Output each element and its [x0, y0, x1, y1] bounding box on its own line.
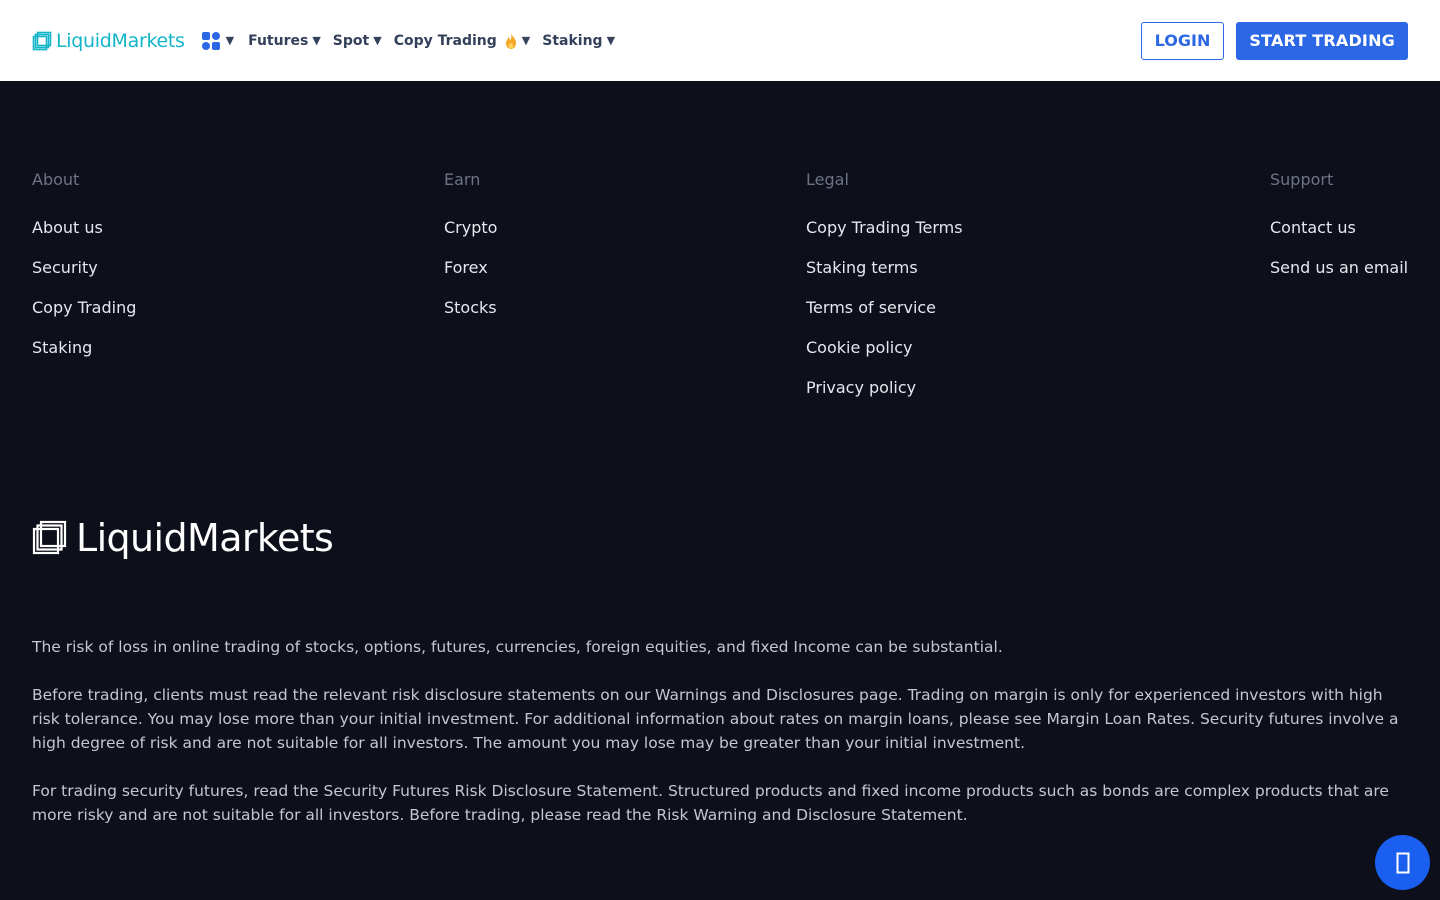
- footer-link-copy-trading-terms[interactable]: Copy Trading Terms: [806, 218, 963, 237]
- nav-item-label: Copy Trading: [393, 32, 497, 49]
- chevron-down-icon: ▼: [606, 34, 616, 47]
- nav-item-futures[interactable]: Futures ▼: [248, 33, 321, 49]
- list-item: Copy Trading Terms: [806, 218, 963, 258]
- nav-item-staking[interactable]: Staking ▼: [542, 33, 615, 49]
- list-item: Security: [32, 258, 136, 298]
- chevron-down-icon: ▼: [225, 34, 235, 47]
- disclaimer-paragraph: Before trading, clients must read the re…: [32, 686, 1399, 752]
- footer-link-copy-trading[interactable]: Copy Trading: [32, 298, 136, 317]
- chevron-down-icon: ▼: [312, 34, 321, 47]
- footer-link-send-email[interactable]: Send us an email: [1270, 258, 1408, 277]
- footer-link-forex[interactable]: Forex: [444, 258, 488, 277]
- footer-logo[interactable]: LiquidMarkets: [32, 516, 334, 560]
- disclaimer-paragraph: The risk of loss in online trading of st…: [32, 638, 1003, 656]
- nav-item-label: Spot: [332, 32, 370, 49]
- nav-item-copy-trading[interactable]: Copy Trading ▼: [393, 32, 531, 50]
- login-button[interactable]: LOGIN: [1140, 21, 1225, 60]
- footer-link-security[interactable]: Security: [32, 258, 98, 277]
- chevron-down-icon: ▼: [373, 34, 382, 47]
- stacked-squares-icon: [32, 31, 52, 50]
- column-links: Contact us Send us an email: [1270, 218, 1408, 298]
- disclaimer-paragraph: For trading security futures, read the S…: [32, 782, 1389, 824]
- footer-link-stocks[interactable]: Stocks: [444, 298, 497, 317]
- start-trading-button[interactable]: START TRADING: [1236, 21, 1408, 60]
- footer-link-staking-terms[interactable]: Staking terms: [806, 258, 918, 277]
- footer-logo-text: LiquidMarkets: [76, 516, 334, 560]
- list-item: Staking terms: [806, 258, 963, 298]
- footer-column-earn: Earn Crypto Forex Stocks: [444, 170, 497, 338]
- apps-grid-icon: [201, 31, 220, 50]
- risk-disclaimer: The risk of loss in online trading of st…: [32, 635, 1408, 851]
- list-item: Staking: [32, 338, 136, 378]
- footer-link-cookie-policy[interactable]: Cookie policy: [806, 338, 913, 357]
- list-item: Send us an email: [1270, 258, 1408, 298]
- footer-column-about: About About us Security Copy Trading Sta…: [32, 170, 136, 378]
- header-logo-text: LiquidMarkets: [56, 29, 185, 52]
- footer-column-legal: Legal Copy Trading Terms Staking terms T…: [806, 170, 963, 418]
- list-item: Forex: [444, 258, 497, 298]
- top-header: LiquidMarkets ▼ Futures ▼ Spot ▼ Copy Tr…: [0, 0, 1440, 81]
- main-nav: ▼ Futures ▼ Spot ▼ Copy Trading ▼ Stakin…: [199, 31, 615, 51]
- footer-column-support: Support Contact us Send us an email: [1270, 170, 1408, 298]
- column-links: Crypto Forex Stocks: [444, 218, 497, 338]
- nav-item-spot[interactable]: Spot ▼: [333, 33, 382, 49]
- flame-icon: [505, 32, 516, 49]
- footer-link-about-us[interactable]: About us: [32, 218, 103, 237]
- list-item: Privacy policy: [806, 378, 963, 418]
- list-item: Contact us: [1270, 218, 1408, 258]
- chat-icon: [1396, 852, 1409, 873]
- nav-item-label: Futures: [248, 32, 309, 49]
- footer-link-staking[interactable]: Staking: [32, 338, 92, 357]
- apps-menu[interactable]: ▼: [199, 31, 236, 51]
- list-item: Stocks: [444, 298, 497, 338]
- column-title: Earn: [444, 170, 481, 189]
- list-item: Copy Trading: [32, 298, 136, 338]
- list-item: About us: [32, 218, 136, 258]
- footer-link-privacy-policy[interactable]: Privacy policy: [806, 378, 916, 397]
- header-logo[interactable]: LiquidMarkets: [32, 30, 185, 52]
- stacked-squares-icon: [32, 520, 67, 555]
- chat-button[interactable]: [1375, 835, 1430, 890]
- list-item: Cookie policy: [806, 338, 963, 378]
- column-title: Legal: [806, 170, 849, 189]
- column-links: Copy Trading Terms Staking terms Terms o…: [806, 218, 963, 418]
- column-links: About us Security Copy Trading Staking: [32, 218, 136, 378]
- column-title: Support: [1270, 170, 1334, 189]
- footer-link-contact-us[interactable]: Contact us: [1270, 218, 1356, 237]
- list-item: Terms of service: [806, 298, 963, 338]
- footer-link-terms-of-service[interactable]: Terms of service: [806, 298, 936, 317]
- chevron-down-icon: ▼: [521, 34, 531, 47]
- column-title: About: [32, 170, 80, 189]
- header-actions: LOGIN START TRADING: [1140, 21, 1408, 60]
- list-item: Crypto: [444, 218, 497, 258]
- footer-link-crypto[interactable]: Crypto: [444, 218, 497, 237]
- nav-item-label: Staking: [542, 32, 603, 49]
